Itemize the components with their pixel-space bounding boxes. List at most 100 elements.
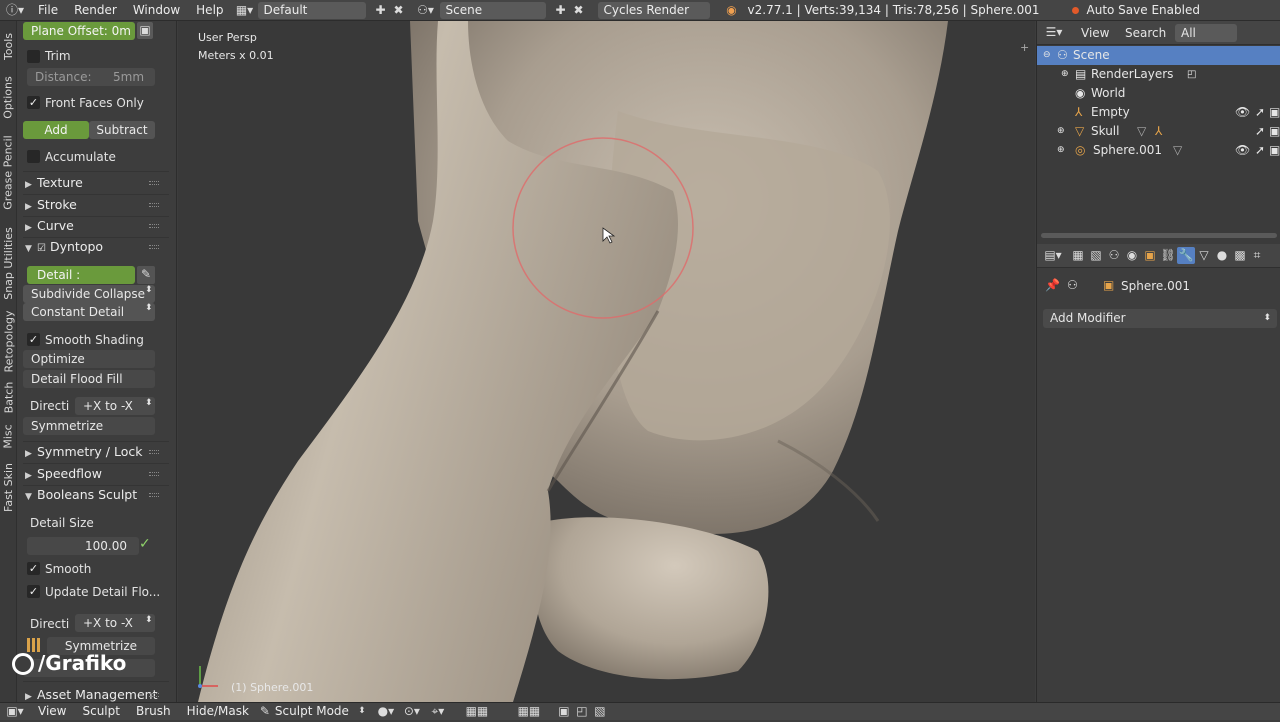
constant-detail-select[interactable]: Constant Detail [23, 303, 155, 321]
layout-selector[interactable]: Default [257, 1, 366, 19]
detail-size-field[interactable]: 100.00 [27, 537, 139, 555]
editor-type-icon[interactable]: ▤▾ [1037, 247, 1069, 264]
add-modifier-select[interactable]: Add Modifier ⬍ [1043, 309, 1277, 328]
drag-grip-icon[interactable] [149, 245, 159, 249]
render-icon[interactable]: ▣ [1269, 122, 1280, 141]
physics-tab-icon[interactable]: ⌗ [1249, 247, 1265, 264]
front-faces-checkbox[interactable]: ✓ [27, 96, 40, 109]
outliner-editor-icon[interactable]: ☰▾ [1043, 24, 1065, 41]
confirm-check-icon[interactable]: ✓ [139, 536, 151, 552]
outliner-row-scene[interactable]: ⊖ ⚇ Scene [1037, 46, 1280, 65]
expand-icon[interactable]: ⊕ [1057, 141, 1065, 160]
render-preview-icon[interactable]: ▣ [555, 703, 573, 720]
close-scene-icon[interactable]: ✖ [570, 2, 588, 19]
menu-brush[interactable]: Brush [128, 701, 179, 722]
panel-dyntopo[interactable]: ▼ ☑ Dyntopo [25, 237, 159, 257]
outliner-row-world[interactable]: ◉ World [1037, 84, 1280, 103]
tab-batch[interactable]: Batch [0, 377, 17, 417]
scene-tab-icon[interactable]: ⚇ [1105, 247, 1123, 264]
drag-grip-icon[interactable] [149, 203, 159, 207]
panel-symmetry-lock[interactable]: ▶ Symmetry / Lock [25, 442, 159, 462]
panel-texture[interactable]: ▶ Texture [25, 173, 159, 193]
panel-stroke[interactable]: ▶ Stroke [25, 195, 159, 215]
menu-hide-mask[interactable]: Hide/Mask [179, 701, 257, 722]
panel-booleans-sculpt[interactable]: ▼ Booleans Sculpt [25, 485, 159, 505]
3d-viewport[interactable]: User Persp Meters x 0.01 (1) Sphere.001 … [178, 21, 1035, 702]
drag-grip-icon[interactable] [149, 493, 159, 497]
tab-snap-utilities[interactable]: Snap Utilities [0, 221, 17, 305]
world-tab-icon[interactable]: ◉ [1123, 247, 1141, 264]
copy-icon[interactable]: ▣ [137, 22, 153, 39]
menu-sculpt[interactable]: Sculpt [74, 701, 127, 722]
material-tab-icon[interactable]: ● [1213, 247, 1231, 264]
info-icon[interactable]: ⓘ▾ [0, 2, 30, 19]
object-tab-icon[interactable]: ▣ [1141, 247, 1159, 264]
add-button[interactable]: Add [23, 121, 89, 139]
subdivide-collapse-select[interactable]: Subdivide Collapse [23, 285, 155, 303]
pivot-icon[interactable]: ⊙▾ [399, 703, 425, 720]
outliner-row-renderlayers[interactable]: ⊕ ▤ RenderLayers ◰ [1037, 65, 1280, 84]
subtract-button[interactable]: Subtract [89, 121, 155, 139]
render-icon[interactable]: ▣ [1269, 103, 1280, 122]
texture-tab-icon[interactable]: ▩ [1231, 247, 1249, 264]
outliner-scene-filter[interactable]: All Scenes [1175, 24, 1237, 58]
manipulator-icon[interactable]: ⌖▾ [425, 703, 451, 720]
pin-icon[interactable]: 📌 [1045, 278, 1060, 292]
mode-select[interactable]: Sculpt Mode [273, 701, 357, 722]
tab-misc[interactable]: Misc [0, 417, 17, 455]
shading-icon[interactable]: ●▾ [373, 703, 399, 720]
optimize-button[interactable]: Optimize [23, 350, 155, 368]
tab-fast-skin[interactable]: Fast Skin [0, 455, 17, 519]
menu-window[interactable]: Window [125, 0, 188, 21]
drag-grip-icon[interactable] [149, 472, 159, 476]
menu-help[interactable]: Help [188, 0, 231, 21]
accumulate-checkbox[interactable] [27, 150, 40, 163]
add-scene-icon[interactable]: ✚ [552, 2, 570, 19]
layers-tab-icon[interactable]: ▧ [1087, 247, 1105, 264]
dyntopo-check-icon[interactable]: ☑ [37, 243, 46, 254]
outliner-menu-view[interactable]: View [1081, 26, 1109, 40]
symmetrize-button[interactable]: Symmetrize [23, 417, 155, 435]
panel-speedflow[interactable]: ▶ Speedflow [25, 464, 159, 484]
select-arrow-icon[interactable]: ➚ [1255, 122, 1265, 141]
render-icon[interactable]: ▣ [1269, 141, 1280, 160]
layout-grid-icon[interactable]: ▦▾ [232, 2, 258, 19]
plus-icon[interactable]: + [1020, 41, 1029, 54]
menu-render[interactable]: Render [66, 0, 125, 21]
outliner-row-skull[interactable]: ⊕ ▽ Skull ▽ ⅄ ➚ ▣ [1037, 122, 1280, 141]
outliner-row-sphere[interactable]: ⊕ ◎ Sphere.001 ▽ 👁 ➚ ▣ [1037, 141, 1280, 160]
distance-field[interactable]: Distance: 5mm [27, 68, 155, 86]
drag-grip-icon[interactable] [149, 693, 159, 697]
eyedropper-icon[interactable]: ✎ [137, 266, 155, 284]
drag-grip-icon[interactable] [149, 181, 159, 185]
eye-icon[interactable]: 👁 [1235, 141, 1250, 160]
panel-curve[interactable]: ▶ Curve [25, 216, 159, 236]
scene-selector[interactable]: Scene [439, 1, 546, 19]
camera-icon[interactable]: ◰ [573, 703, 591, 720]
scene-icon[interactable]: ⚇▾ [412, 2, 440, 19]
select-arrow-icon[interactable]: ➚ [1255, 141, 1265, 160]
add-layout-icon[interactable]: ✚ [372, 2, 390, 19]
direction2-select[interactable]: +X to -X [75, 614, 155, 632]
trim-checkbox[interactable] [27, 50, 40, 63]
outliner-menu-search[interactable]: Search [1125, 26, 1166, 40]
smooth-shading-checkbox[interactable]: ✓ [27, 333, 40, 346]
tab-grease-pencil[interactable]: Grease Pencil [0, 123, 17, 221]
plane-offset-field[interactable]: Plane Offset: 0m [23, 22, 135, 40]
smooth-checkbox[interactable]: ✓ [27, 562, 40, 575]
constraints-tab-icon[interactable]: ⛓ [1159, 247, 1177, 264]
direction-select[interactable]: +X to -X [75, 397, 155, 415]
select-arrow-icon[interactable]: ➚ [1255, 103, 1265, 122]
tab-options[interactable]: Options [0, 71, 17, 123]
expand-icon[interactable]: ⊕ [1057, 122, 1065, 141]
detail-flood-fill-button[interactable]: Detail Flood Fill [23, 370, 155, 388]
layers-grid-icon[interactable]: ▦▦ [451, 703, 503, 720]
outliner-row-empty[interactable]: ⅄ Empty 👁 ➚ ▣ [1037, 103, 1280, 122]
expand-icon[interactable]: ⊕ [1061, 65, 1069, 84]
tab-retopology[interactable]: Retopology [0, 305, 17, 377]
drag-grip-icon[interactable] [149, 224, 159, 228]
menu-view[interactable]: View [30, 701, 74, 722]
tab-tools[interactable]: Tools [0, 21, 17, 71]
drag-grip-icon[interactable] [149, 450, 159, 454]
layers-grid-icon[interactable]: ▦▦ [503, 703, 555, 720]
